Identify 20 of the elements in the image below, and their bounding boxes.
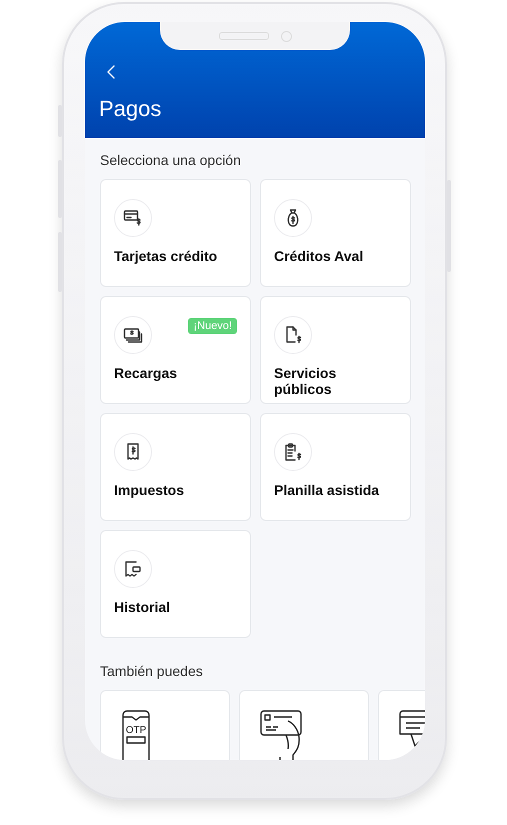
phone-otp-drawing: OTP xyxy=(121,709,151,760)
new-tag: ¡Nuevo! xyxy=(188,318,237,334)
clipboard-dollar-icon xyxy=(283,442,303,462)
card-dollar-icon xyxy=(123,208,143,228)
payment-option-card[interactable]: Historial xyxy=(100,530,251,638)
payment-option-card[interactable]: Impuestos xyxy=(100,413,251,521)
option-card[interactable] xyxy=(239,690,369,760)
payment-option-card[interactable]: Recargas ¡Nuevo! xyxy=(100,296,251,404)
payment-option-card[interactable]: Créditos Aval xyxy=(260,179,411,287)
wallet-receipt-icon xyxy=(123,559,143,579)
hand-holding-card-drawing xyxy=(260,709,304,760)
section-title: Selecciona una opción xyxy=(100,152,242,168)
section-title: También puedes xyxy=(100,663,204,679)
page-title: Pagos xyxy=(99,96,162,122)
payment-option-card[interactable]: Tarjetas crédito xyxy=(100,179,251,287)
payment-option-card[interactable]: Servicios públicos xyxy=(260,296,411,404)
camera-icon xyxy=(280,30,292,42)
speaker-icon xyxy=(218,32,268,40)
option-card[interactable]: OTP xyxy=(100,690,230,760)
payment-option-card[interactable]: Planilla asistida xyxy=(260,413,411,521)
